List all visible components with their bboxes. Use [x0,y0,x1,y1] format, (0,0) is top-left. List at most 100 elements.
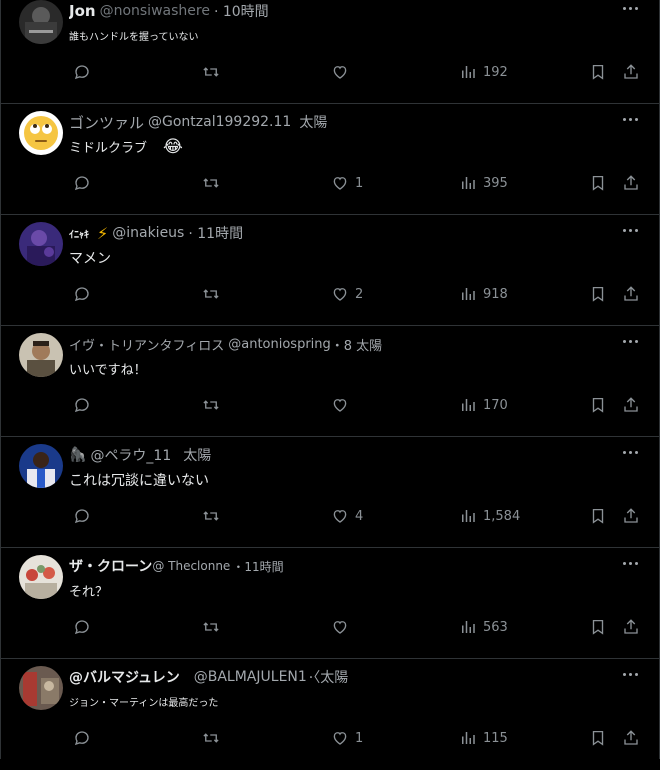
avatar[interactable] [19,222,63,266]
laughing-emoji: 😂 [163,137,183,157]
post-time[interactable]: 太陽 [299,112,327,132]
avatar[interactable] [19,666,63,710]
views-button[interactable]: 563 [459,612,508,642]
avatar[interactable] [19,555,63,599]
display-name[interactable]: イヴ・トリアンタフィロス [69,335,224,354]
post[interactable]: イヴ・トリアンタフィロス @antoniospring ・8 太陽 いいですね！… [1,326,659,437]
views-button[interactable]: 170 [459,390,508,420]
user-handle[interactable]: @BALMAJULEN1 [194,669,307,685]
post[interactable]: Jon @nonsiwashere · 10時間 誰もハンドルを握っていない 1… [1,0,659,104]
repost-button[interactable] [201,168,221,198]
post-header: 🦍 @ペラウ_11 太陽 [69,444,619,466]
share-button[interactable] [622,57,640,87]
reply-button[interactable] [73,168,91,198]
bookmark-button[interactable] [589,279,607,309]
reply-button[interactable] [73,501,91,531]
user-handle[interactable]: @inakieus [112,225,184,241]
more-options-icon[interactable] [619,223,641,237]
like-count: 1 [355,730,364,746]
share-button[interactable] [622,501,640,531]
repost-button[interactable] [201,612,221,642]
views-button[interactable]: 192 [459,57,508,87]
post-time[interactable]: ·〈太陽 [309,667,348,687]
reply-button[interactable] [73,57,91,87]
reply-button[interactable] [73,390,91,420]
like-button[interactable] [331,57,355,87]
display-name[interactable]: ゴンツァル [69,112,144,133]
share-icon [624,619,638,634]
like-count: 2 [355,286,364,302]
post[interactable]: ザ・クローン @ Theclonne ・11時間 それ？ 563 [1,548,659,659]
bookmark-button[interactable] [589,612,607,642]
post-time[interactable]: 太陽 [183,445,211,465]
post[interactable]: @バルマジュレン @BALMAJULEN1 ·〈太陽 ジョン・マーティンは最高だ… [1,659,659,770]
post[interactable]: 🦍 @ペラウ_11 太陽 これは冗談に違いない 4 1,584 [1,437,659,548]
post-actions: 1 115 [1,723,659,753]
reply-icon [74,620,89,635]
view-count: 170 [483,397,508,413]
post-time[interactable]: ・11時間 [232,558,283,575]
avatar[interactable] [19,333,63,377]
more-options-icon[interactable] [619,556,641,570]
views-button[interactable]: 918 [459,279,508,309]
repost-button[interactable] [201,501,221,531]
repost-button[interactable] [201,723,221,753]
share-button[interactable] [622,168,640,198]
avatar[interactable] [19,444,63,488]
views-button[interactable]: 395 [459,168,508,198]
more-options-icon[interactable] [619,1,641,15]
bookmark-button[interactable] [589,723,607,753]
reply-button[interactable] [73,612,91,642]
user-handle[interactable]: @nonsiwashere [100,3,210,19]
gorilla-emoji[interactable]: 🦍 [69,447,86,463]
post-text-content: ミドルクラブ [69,141,148,156]
post-time[interactable]: · 10時間 [214,1,269,21]
repost-button[interactable] [201,390,221,420]
user-handle[interactable]: @ペラウ_11 [90,445,171,465]
like-button[interactable]: 1 [331,168,363,198]
like-button[interactable]: 4 [331,501,363,531]
share-button[interactable] [622,279,640,309]
display-name[interactable]: ｲﾆｬｷ [69,226,89,241]
display-name[interactable]: @バルマジュレン [69,667,180,687]
display-name[interactable]: Jon [69,2,96,20]
user-handle[interactable]: @antoniospring [228,337,331,352]
like-button[interactable] [331,390,355,420]
repost-button[interactable] [201,279,221,309]
share-button[interactable] [622,390,640,420]
like-button[interactable]: 2 [331,279,363,309]
more-options-icon[interactable] [619,112,641,126]
heart-icon [333,66,347,79]
like-button[interactable] [331,612,355,642]
user-handle[interactable]: @ Theclonne [152,559,230,573]
like-button[interactable]: 1 [331,723,363,753]
user-handle[interactable]: @Gontzal199292.11 [148,114,291,130]
bookmark-button[interactable] [589,501,607,531]
display-name[interactable]: ザ・クローン [69,556,152,576]
reply-button[interactable] [73,279,91,309]
post[interactable]: ゴンツァル @Gontzal199292.11 太陽 ミドルクラブ 😂 1 395 [1,104,659,215]
post-time[interactable]: · 11時間 [188,223,243,243]
post-actions: 4 1,584 [1,501,659,531]
more-options-icon[interactable] [619,334,641,348]
share-button[interactable] [622,612,640,642]
views-chart-icon [462,621,475,633]
bookmark-icon [592,286,604,302]
share-button[interactable] [622,723,640,753]
repost-button[interactable] [201,57,221,87]
more-options-icon[interactable] [619,667,641,681]
avatar[interactable] [19,0,63,44]
avatar[interactable] [19,111,63,155]
bookmark-button[interactable] [589,57,607,87]
bookmark-button[interactable] [589,390,607,420]
more-options-icon[interactable] [619,445,641,459]
post-time[interactable]: ・8 太陽 [331,335,382,354]
views-button[interactable]: 1,584 [459,501,520,531]
repost-icon [203,67,219,77]
views-button[interactable]: 115 [459,723,508,753]
bookmark-button[interactable] [589,168,607,198]
repost-icon [203,511,219,521]
post-actions: 563 [1,612,659,642]
reply-button[interactable] [73,723,91,753]
post[interactable]: ｲﾆｬｷ ⚡ @inakieus · 11時間 マメン 2 918 [1,215,659,326]
